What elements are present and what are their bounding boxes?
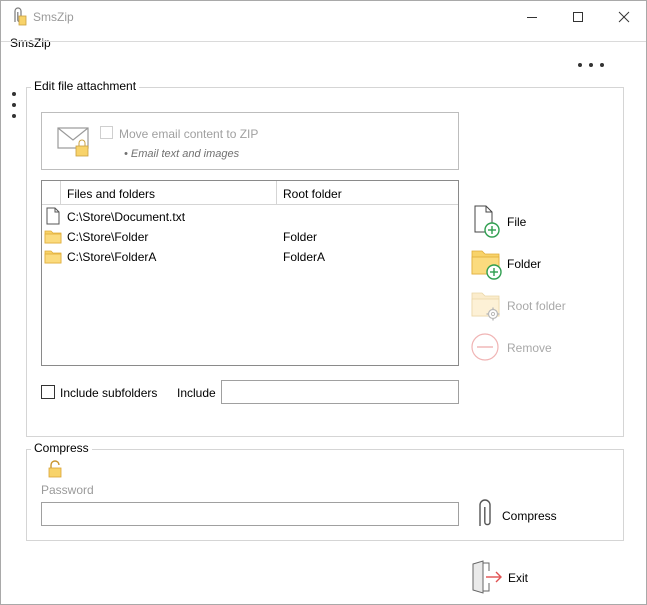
folder-icon (44, 227, 62, 248)
list-row[interactable]: C:\Store\Document.txt (42, 206, 458, 226)
move-email-checkbox[interactable] (100, 126, 113, 139)
menu-label[interactable]: SmsZip (10, 36, 51, 50)
email-content-box: Move email content to ZIP • Email text a… (41, 112, 459, 170)
more-options-icon[interactable] (575, 56, 607, 74)
row-path: C:\Store\Document.txt (67, 210, 186, 224)
maximize-button[interactable] (555, 1, 601, 33)
add-file-label: File (507, 215, 527, 229)
row-path: C:\Store\Folder (67, 230, 149, 244)
compress-title: Compress (31, 441, 92, 455)
email-text-images-note: • Email text and images (124, 148, 240, 160)
move-email-label: Move email content to ZIP (119, 127, 259, 141)
list-header: Files and folders Root folder (42, 181, 458, 205)
compress-button[interactable]: Compress (473, 498, 583, 532)
lock-icon[interactable] (47, 460, 63, 481)
window-title: SmsZip (33, 10, 74, 24)
folder-gear-icon (471, 288, 503, 325)
remove-icon (471, 330, 501, 367)
add-folder-icon (471, 246, 503, 283)
menu-separator (1, 41, 646, 42)
column-root-folder[interactable]: Root folder (283, 187, 342, 201)
add-folder-label: Folder (507, 257, 542, 271)
close-button[interactable] (601, 1, 647, 33)
add-file-button[interactable]: File (471, 204, 601, 240)
envelope-lock-icon (56, 126, 92, 161)
compress-label: Compress (502, 509, 557, 523)
side-menu-icon[interactable] (9, 90, 19, 120)
include-subfolders-label[interactable]: Include subfolders (60, 386, 157, 400)
edit-attachment-title: Edit file attachment (31, 79, 140, 93)
paperclip-icon (473, 498, 495, 535)
row-root: Folder (283, 230, 318, 244)
password-input[interactable] (41, 502, 459, 526)
include-label: Include (177, 386, 216, 400)
password-label: Password (41, 483, 94, 497)
remove-button[interactable]: Remove (471, 330, 601, 366)
include-subfolders-checkbox[interactable] (41, 385, 55, 399)
root-folder-button[interactable]: Root folder (471, 288, 601, 324)
minimize-button[interactable] (509, 1, 555, 33)
root-folder-label: Root folder (507, 299, 566, 313)
row-path: C:\Store\FolderA (67, 250, 157, 264)
files-list[interactable]: Files and folders Root folder C:\Store\D… (41, 180, 459, 366)
list-row[interactable]: C:\Store\Folder Folder (42, 226, 458, 246)
include-input[interactable] (221, 380, 459, 404)
exit-button[interactable]: Exit (469, 560, 549, 594)
add-file-icon (471, 204, 501, 241)
column-files-and-folders[interactable]: Files and folders (67, 187, 155, 201)
exit-door-icon (469, 560, 505, 597)
row-root: FolderA (283, 250, 326, 264)
remove-label: Remove (507, 341, 552, 355)
paperclip-app-icon (10, 7, 28, 27)
app-window: SmsZip SmsZip Edit file attachment Move … (0, 0, 647, 605)
exit-label: Exit (508, 571, 529, 585)
add-folder-button[interactable]: Folder (471, 246, 601, 282)
document-icon (44, 207, 62, 228)
folder-icon (44, 247, 62, 268)
title-bar: SmsZip (1, 1, 646, 33)
list-row[interactable]: C:\Store\FolderA FolderA (42, 246, 458, 266)
